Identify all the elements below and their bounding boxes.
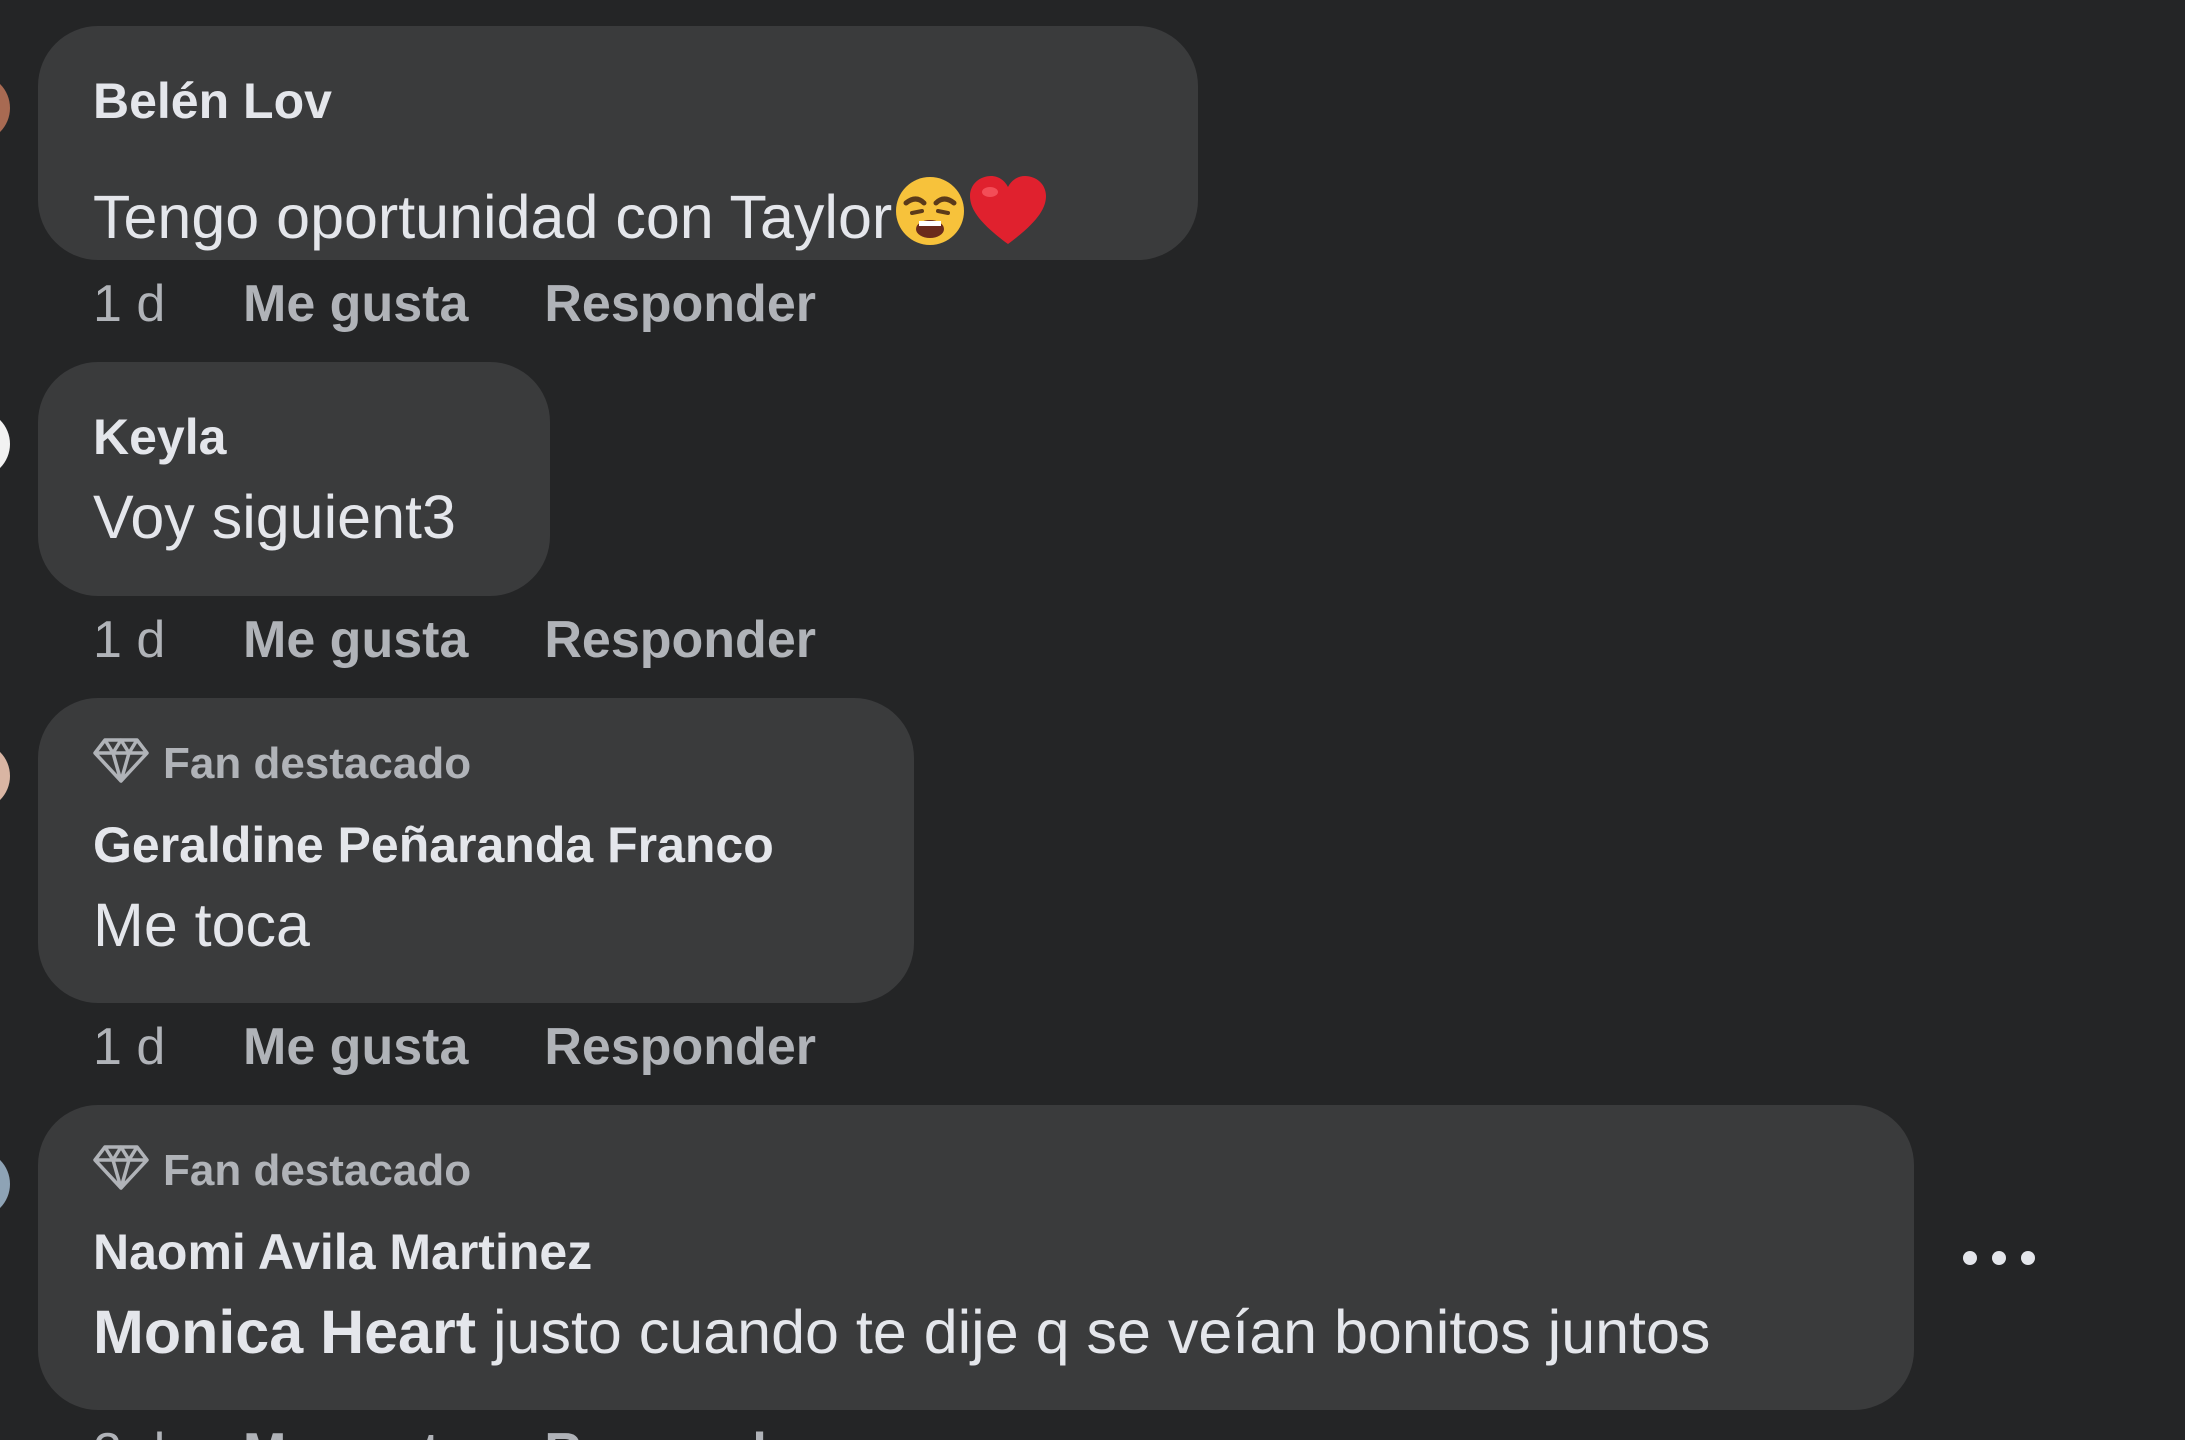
avatar[interactable] bbox=[0, 742, 10, 810]
comment-timestamp[interactable]: 1 d bbox=[93, 278, 243, 330]
comment-bubble: Fan destacado Geraldine Peñaranda Franco… bbox=[38, 698, 914, 1003]
more-options-icon[interactable] bbox=[1963, 1240, 2035, 1276]
badge-label: Fan destacado bbox=[163, 1146, 472, 1195]
like-button[interactable]: Me gusta bbox=[243, 1426, 468, 1440]
comment-text: Voy siguient3 bbox=[93, 483, 456, 551]
comment-author[interactable]: Naomi Avila Martinez bbox=[93, 1227, 592, 1277]
comment-text: Me toca bbox=[93, 891, 310, 959]
comment-author[interactable]: Keyla bbox=[93, 412, 226, 462]
like-button[interactable]: Me gusta bbox=[243, 278, 468, 330]
comment-text-content: justo cuando te dije q se veían bonitos … bbox=[476, 1298, 1711, 1366]
comment-bubble: Fan destacado Naomi Avila Martinez Monic… bbox=[38, 1105, 1914, 1410]
reply-button[interactable]: Responder bbox=[544, 1021, 816, 1073]
comment-timestamp[interactable]: 1 d bbox=[93, 1021, 243, 1073]
comment-timestamp[interactable]: 1 d bbox=[93, 614, 243, 666]
fan-badge: Fan destacado bbox=[93, 1143, 471, 1199]
reply-button[interactable]: Responder bbox=[544, 1426, 816, 1440]
comment-author[interactable]: Geraldine Peñaranda Franco bbox=[93, 820, 774, 870]
diamond-icon bbox=[93, 736, 149, 792]
comment-actions: 1 d Me gusta Responder bbox=[93, 1021, 816, 1073]
fan-badge: Fan destacado bbox=[93, 736, 471, 792]
avatar[interactable] bbox=[0, 74, 10, 142]
avatar[interactable] bbox=[0, 1150, 10, 1218]
red-heart-emoji bbox=[968, 174, 1048, 258]
comment-actions: 1 d Me gusta Responder bbox=[93, 278, 816, 330]
reply-button[interactable]: Responder bbox=[544, 278, 816, 330]
comment-bubble: Keyla Voy siguient3 bbox=[38, 362, 550, 596]
comment-author[interactable]: Belén Lov bbox=[93, 76, 332, 126]
like-button[interactable]: Me gusta bbox=[243, 1021, 468, 1073]
comment-actions: 2 d Me gusta Responder bbox=[93, 1426, 816, 1440]
comment-text-content: Tengo oportunidad con Taylor bbox=[93, 183, 893, 252]
comment-actions: 1 d Me gusta Responder bbox=[93, 614, 816, 666]
like-button[interactable]: Me gusta bbox=[243, 614, 468, 666]
diamond-icon bbox=[93, 1143, 149, 1199]
reply-button[interactable]: Responder bbox=[544, 614, 816, 666]
mention-link[interactable]: Monica Heart bbox=[93, 1298, 476, 1366]
comment-text: Tengo oportunidad con Taylor bbox=[93, 176, 1048, 265]
comment-text: Monica Heart justo cuando te dije q se v… bbox=[93, 1302, 1710, 1363]
avatar[interactable] bbox=[0, 410, 10, 478]
weary-face-emoji bbox=[892, 173, 968, 259]
comment-feed: Belén Lov Tengo oportunidad con Taylor 1… bbox=[0, 0, 2185, 1440]
comment-timestamp[interactable]: 2 d bbox=[93, 1426, 243, 1440]
comment-bubble: Belén Lov Tengo oportunidad con Taylor bbox=[38, 26, 1198, 260]
badge-label: Fan destacado bbox=[163, 739, 472, 788]
